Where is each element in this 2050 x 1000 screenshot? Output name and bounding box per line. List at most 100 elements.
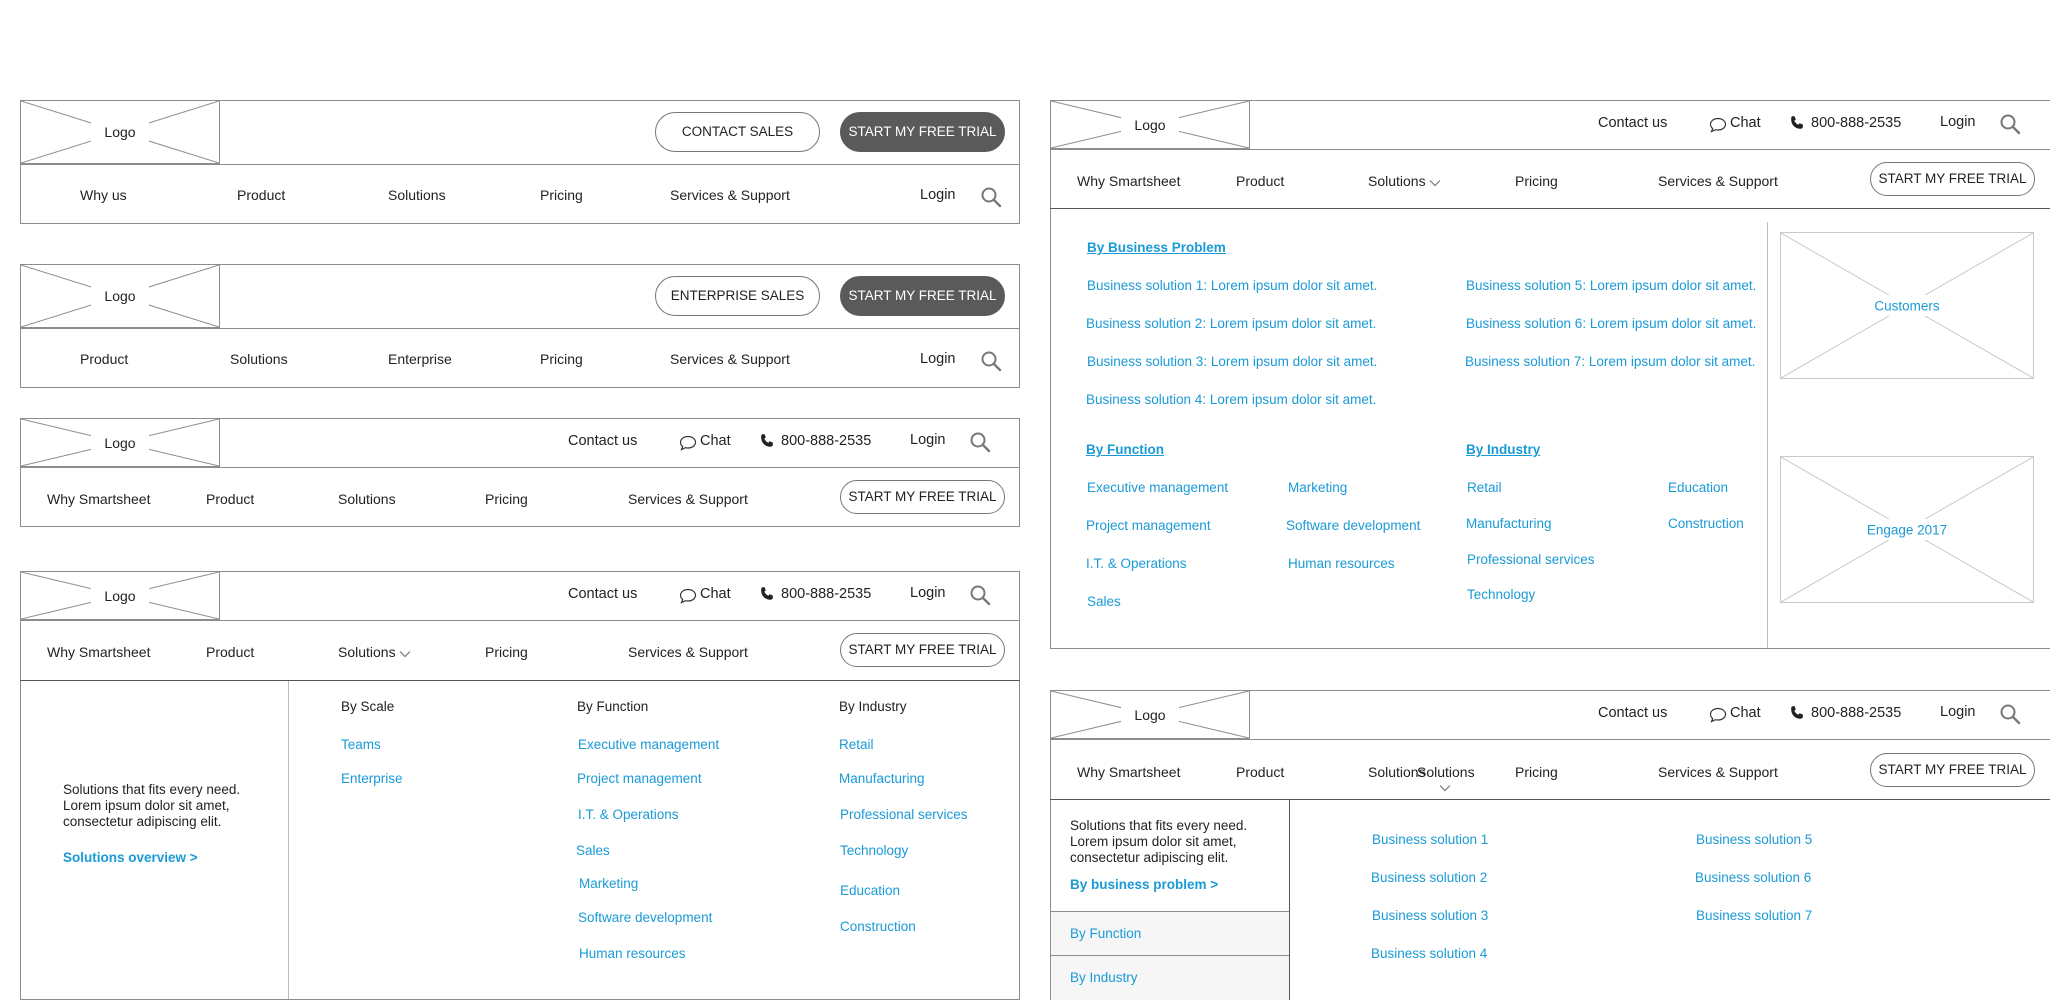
- nav-item-services-support[interactable]: Services & Support: [1658, 173, 1778, 189]
- phone-number[interactable]: 800-888-2535: [1811, 705, 1901, 721]
- link-it-operations[interactable]: I.T. & Operations: [578, 807, 679, 822]
- link-project-management[interactable]: Project management: [1086, 518, 1211, 533]
- contact-us-link[interactable]: Contact us: [568, 433, 637, 449]
- nav-item-product[interactable]: Product: [80, 351, 128, 367]
- search-icon[interactable]: [980, 186, 1002, 208]
- link-manufacturing[interactable]: Manufacturing: [1466, 516, 1552, 531]
- link-business-solution-2[interactable]: Business solution 2: Lorem ipsum dolor s…: [1086, 316, 1376, 331]
- nav-item-services-support[interactable]: Services & Support: [628, 491, 748, 507]
- promo-image-customers[interactable]: Customers: [1780, 232, 2034, 379]
- link-education[interactable]: Education: [1668, 480, 1728, 495]
- nav-item-pricing[interactable]: Pricing: [540, 351, 583, 367]
- search-icon[interactable]: [980, 350, 1002, 372]
- link-professional-services[interactable]: Professional services: [1467, 552, 1595, 567]
- nav-item-why-us[interactable]: Why us: [80, 187, 127, 203]
- link-executive-management[interactable]: Executive management: [1087, 480, 1228, 495]
- phone-number[interactable]: 800-888-2535: [781, 586, 871, 602]
- chat-link[interactable]: Chat: [700, 433, 731, 449]
- nav-item-solutions[interactable]: Solutions: [338, 644, 396, 660]
- nav-item-enterprise[interactable]: Enterprise: [388, 351, 452, 367]
- section-header-by-function[interactable]: By Function: [1086, 442, 1164, 457]
- nav-item-solutions[interactable]: Solutions: [1368, 173, 1426, 189]
- link-retail[interactable]: Retail: [839, 737, 874, 752]
- link-business-solution-2[interactable]: Business solution 2: [1371, 870, 1487, 885]
- link-technology[interactable]: Technology: [840, 843, 908, 858]
- chat-icon[interactable]: [1709, 707, 1727, 723]
- free-trial-button[interactable]: START MY FREE TRIAL: [840, 480, 1005, 514]
- link-teams[interactable]: Teams: [341, 737, 381, 752]
- link-construction[interactable]: Construction: [840, 919, 916, 934]
- nav-item-product[interactable]: Product: [206, 491, 254, 507]
- link-construction[interactable]: Construction: [1668, 516, 1744, 531]
- section-header-by-business-problem[interactable]: By Business Problem: [1087, 240, 1226, 255]
- by-business-problem-link[interactable]: By business problem >: [1070, 877, 1218, 892]
- logo[interactable]: Logo: [20, 571, 220, 620]
- nav-item-pricing[interactable]: Pricing: [485, 644, 528, 660]
- nav-item-services-support[interactable]: Services & Support: [670, 351, 790, 367]
- link-human-resources[interactable]: Human resources: [579, 946, 686, 961]
- nav-item-pricing[interactable]: Pricing: [1515, 764, 1558, 780]
- link-business-solution-4[interactable]: Business solution 4: Lorem ipsum dolor s…: [1086, 392, 1376, 407]
- promo-image-engage[interactable]: Engage 2017: [1780, 456, 2034, 603]
- tab-by-function[interactable]: By Function: [1051, 911, 1289, 955]
- link-business-solution-1[interactable]: Business solution 1: [1372, 832, 1488, 847]
- free-trial-button[interactable]: START MY FREE TRIAL: [840, 633, 1005, 667]
- nav-item-solutions[interactable]: Solutions: [338, 491, 396, 507]
- tab-by-industry[interactable]: By Industry: [1051, 955, 1289, 1000]
- link-marketing[interactable]: Marketing: [579, 876, 638, 891]
- search-icon[interactable]: [1999, 113, 2021, 135]
- link-business-solution-5[interactable]: Business solution 5: [1696, 832, 1812, 847]
- chat-link[interactable]: Chat: [700, 586, 731, 602]
- link-project-management[interactable]: Project management: [577, 771, 702, 786]
- nav-item-why-smartsheet[interactable]: Why Smartsheet: [47, 644, 150, 660]
- free-trial-button[interactable]: START MY FREE TRIAL: [840, 112, 1005, 152]
- nav-item-services-support[interactable]: Services & Support: [1658, 764, 1778, 780]
- logo[interactable]: Logo: [1050, 690, 1250, 739]
- link-software-development[interactable]: Software development: [1286, 518, 1420, 533]
- nav-item-product[interactable]: Product: [1236, 764, 1284, 780]
- link-business-solution-3[interactable]: Business solution 3: [1372, 908, 1488, 923]
- link-human-resources[interactable]: Human resources: [1288, 556, 1395, 571]
- link-business-solution-5[interactable]: Business solution 5: Lorem ipsum dolor s…: [1466, 278, 1756, 293]
- chat-icon[interactable]: [679, 588, 697, 604]
- nav-item-product[interactable]: Product: [237, 187, 285, 203]
- link-business-solution-4[interactable]: Business solution 4: [1371, 946, 1487, 961]
- login-link[interactable]: Login: [920, 351, 955, 367]
- nav-item-why-smartsheet[interactable]: Why Smartsheet: [1077, 173, 1180, 189]
- phone-number[interactable]: 800-888-2535: [781, 433, 871, 449]
- contact-us-link[interactable]: Contact us: [1598, 705, 1667, 721]
- nav-item-pricing[interactable]: Pricing: [485, 491, 528, 507]
- contact-sales-button[interactable]: CONTACT SALES: [655, 112, 820, 152]
- link-education[interactable]: Education: [840, 883, 900, 898]
- logo[interactable]: Logo: [20, 264, 220, 328]
- nav-item-product[interactable]: Product: [206, 644, 254, 660]
- link-executive-management[interactable]: Executive management: [578, 737, 719, 752]
- link-business-solution-6[interactable]: Business solution 6: Lorem ipsum dolor s…: [1466, 316, 1756, 331]
- chat-icon[interactable]: [1709, 117, 1727, 133]
- nav-item-pricing[interactable]: Pricing: [540, 187, 583, 203]
- nav-item-solutions-overlap[interactable]: Solutions: [1417, 764, 1475, 780]
- logo[interactable]: Logo: [20, 100, 220, 164]
- nav-item-product[interactable]: Product: [1236, 173, 1284, 189]
- contact-us-link[interactable]: Contact us: [568, 586, 637, 602]
- login-link[interactable]: Login: [910, 432, 945, 448]
- solutions-overview-link[interactable]: Solutions overview >: [63, 850, 198, 865]
- search-icon[interactable]: [1999, 703, 2021, 725]
- link-sales[interactable]: Sales: [1087, 594, 1121, 609]
- link-marketing[interactable]: Marketing: [1288, 480, 1347, 495]
- chat-icon[interactable]: [679, 435, 697, 451]
- link-business-solution-7[interactable]: Business solution 7: Lorem ipsum dolor s…: [1465, 354, 1755, 369]
- login-link[interactable]: Login: [1940, 114, 1975, 130]
- free-trial-button[interactable]: START MY FREE TRIAL: [1870, 753, 2035, 787]
- login-link[interactable]: Login: [910, 585, 945, 601]
- free-trial-button[interactable]: START MY FREE TRIAL: [840, 276, 1005, 316]
- nav-item-why-smartsheet[interactable]: Why Smartsheet: [47, 491, 150, 507]
- logo[interactable]: Logo: [20, 418, 220, 467]
- search-icon[interactable]: [969, 431, 991, 453]
- nav-item-services-support[interactable]: Services & Support: [670, 187, 790, 203]
- link-it-operations[interactable]: I.T. & Operations: [1086, 556, 1187, 571]
- link-retail[interactable]: Retail: [1467, 480, 1502, 495]
- logo[interactable]: Logo: [1050, 100, 1250, 149]
- link-business-solution-3[interactable]: Business solution 3: Lorem ipsum dolor s…: [1087, 354, 1377, 369]
- link-business-solution-6[interactable]: Business solution 6: [1695, 870, 1811, 885]
